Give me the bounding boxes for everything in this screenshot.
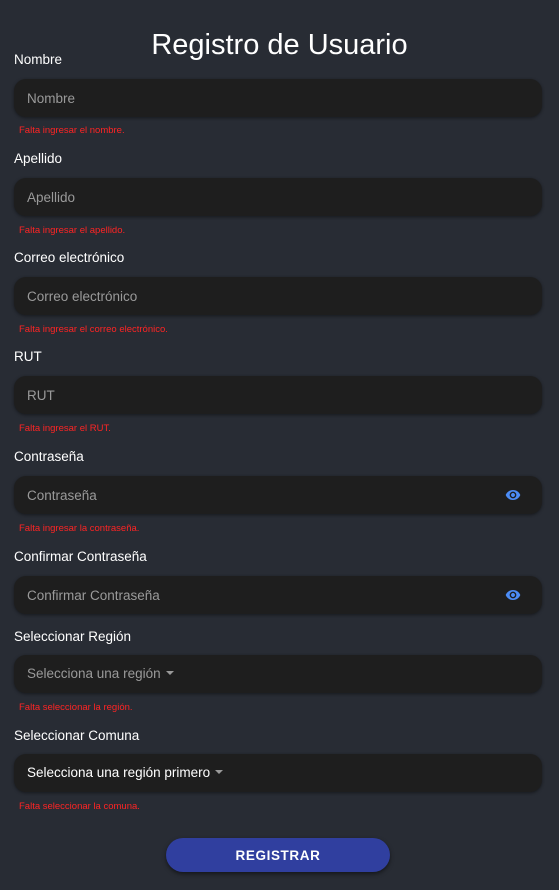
confirmar-field-container	[14, 576, 542, 614]
region-error: Falta seleccionar la región.	[19, 702, 133, 713]
comuna-select-value: Selecciona una región primero	[27, 765, 224, 781]
page-title: Registro de Usuario	[151, 29, 408, 62]
rut-field-container	[14, 376, 542, 414]
contrasena-label: Contraseña	[14, 449, 84, 464]
nombre-input[interactable]	[14, 79, 542, 117]
comuna-label: Seleccionar Comuna	[14, 728, 140, 743]
nombre-error: Falta ingresar el nombre.	[19, 125, 125, 136]
region-select[interactable]: Selecciona una región	[14, 655, 542, 693]
confirmar-label: Confirmar Contraseña	[14, 549, 147, 564]
rut-input[interactable]	[14, 376, 542, 414]
registrar-button[interactable]: REGISTRAR	[166, 838, 390, 872]
apellido-error: Falta ingresar el apellido.	[19, 225, 126, 236]
correo-field-container	[14, 277, 542, 315]
rut-label: RUT	[14, 349, 42, 364]
confirmar-input[interactable]	[14, 576, 542, 614]
correo-input[interactable]	[14, 277, 542, 315]
rut-error: Falta ingresar el RUT.	[19, 423, 111, 434]
region-label: Seleccionar Región	[14, 629, 132, 644]
apellido-field-container	[14, 178, 542, 216]
apellido-label: Apellido	[14, 151, 63, 166]
correo-error: Falta ingresar el correo electrónico.	[19, 324, 168, 335]
comuna-select[interactable]: Selecciona una región primero	[14, 754, 542, 792]
comuna-error: Falta seleccionar la comuna.	[19, 801, 140, 812]
contrasena-input[interactable]	[14, 476, 542, 514]
region-select-value: Selecciona una región	[27, 666, 174, 682]
correo-label: Correo electrónico	[14, 250, 125, 265]
eye-icon[interactable]	[504, 587, 522, 603]
eye-icon[interactable]	[504, 487, 522, 503]
contrasena-error: Falta ingresar la contraseña.	[19, 523, 140, 534]
caret-down-icon	[165, 671, 174, 675]
nombre-label: Nombre	[14, 52, 63, 67]
nombre-field-container	[14, 79, 542, 117]
apellido-input[interactable]	[14, 178, 542, 216]
contrasena-field-container	[14, 476, 542, 514]
caret-down-icon	[215, 770, 224, 774]
